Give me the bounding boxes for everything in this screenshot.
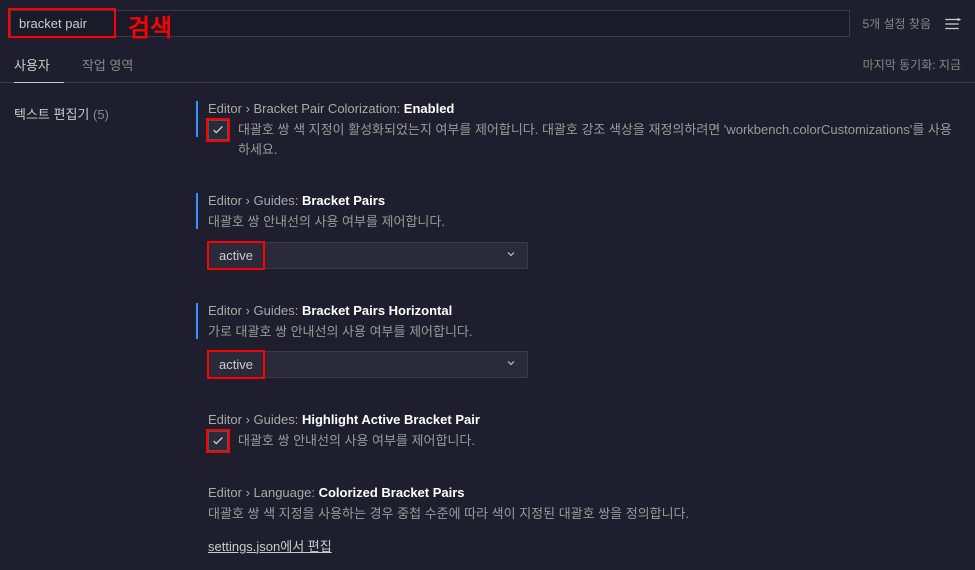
checkbox-row: 대괄호 쌍 색 지정이 활성화되었는지 여부를 제어합니다. 대괄호 강조 색상… <box>208 120 955 159</box>
settings-content: Editor › Bracket Pair Colorization: Enab… <box>190 83 975 570</box>
filter-icon[interactable] <box>943 15 961 33</box>
setting-path: Editor › Guides: <box>208 412 302 427</box>
setting-title: Editor › Bracket Pair Colorization: Enab… <box>208 101 955 116</box>
sidebar-item-text-editor[interactable]: 텍스트 편집기 (5) <box>14 101 176 126</box>
setting-path: Editor › Language: <box>208 485 319 500</box>
setting-path: Editor › Guides: <box>208 303 302 318</box>
setting-path: Editor › Bracket Pair Colorization: <box>208 101 404 116</box>
setting-bracket-pair-colorization-enabled: Editor › Bracket Pair Colorization: Enab… <box>190 101 955 159</box>
sidebar-item-label: 텍스트 편집기 <box>14 107 89 122</box>
sidebar: 텍스트 편집기 (5) <box>0 83 190 570</box>
search-wrapper: 검색 <box>10 10 850 37</box>
edit-in-settings-json-link[interactable]: settings.json에서 편집 <box>208 536 332 555</box>
dropdown-value: active <box>219 357 253 372</box>
dropdown-bracket-pairs-horizontal[interactable]: active <box>208 351 528 378</box>
setting-name: Colorized Bracket Pairs <box>319 485 465 500</box>
tab-user[interactable]: 사용자 <box>14 47 64 83</box>
dropdown-value: active <box>219 248 253 263</box>
setting-guides-highlight-active-bracket-pair: Editor › Guides: Highlight Active Bracke… <box>190 412 955 451</box>
setting-guides-bracket-pairs-horizontal: Editor › Guides: Bracket Pairs Horizonta… <box>190 303 955 379</box>
setting-name: Highlight Active Bracket Pair <box>302 412 480 427</box>
setting-path: Editor › Guides: <box>208 193 302 208</box>
setting-title: Editor › Language: Colorized Bracket Pai… <box>208 485 955 500</box>
chevron-down-icon <box>505 357 517 372</box>
setting-description: 가로 대괄호 쌍 안내선의 사용 여부를 제어합니다. <box>208 322 955 342</box>
checkbox[interactable] <box>208 120 228 140</box>
tab-workspace[interactable]: 작업 영역 <box>82 47 147 83</box>
setting-description: 대괄호 쌍 색 지정을 사용하는 경우 중첩 수준에 따라 색이 지정된 대괄호… <box>208 504 955 524</box>
tabs-row: 사용자 작업 영역 마지막 동기화: 지금 <box>0 47 975 83</box>
setting-guides-bracket-pairs: Editor › Guides: Bracket Pairs 대괄호 쌍 안내선… <box>190 193 955 269</box>
setting-title: Editor › Guides: Bracket Pairs Horizonta… <box>208 303 955 318</box>
dropdown-bracket-pairs[interactable]: active <box>208 242 528 269</box>
setting-title: Editor › Guides: Highlight Active Bracke… <box>208 412 955 427</box>
setting-description: 대괄호 쌍 안내선의 사용 여부를 제어합니다. <box>208 212 955 232</box>
sync-status: 마지막 동기화: 지금 <box>863 56 961 73</box>
settings-count: 5개 설정 찾음 <box>862 15 931 32</box>
setting-name: Bracket Pairs Horizontal <box>302 303 452 318</box>
setting-language-colorized-bracket-pairs: Editor › Language: Colorized Bracket Pai… <box>190 485 955 555</box>
checkbox-row: 대괄호 쌍 안내선의 사용 여부를 제어합니다. <box>208 431 955 451</box>
search-input[interactable] <box>10 10 850 37</box>
settings-header: 검색 5개 설정 찾음 <box>0 0 975 47</box>
checkbox[interactable] <box>208 431 228 451</box>
chevron-down-icon <box>505 248 517 263</box>
setting-description: 대괄호 쌍 안내선의 사용 여부를 제어합니다. <box>238 431 475 451</box>
setting-title: Editor › Guides: Bracket Pairs <box>208 193 955 208</box>
setting-name: Bracket Pairs <box>302 193 385 208</box>
setting-name: Enabled <box>404 101 455 116</box>
main-layout: 텍스트 편집기 (5) Editor › Bracket Pair Colori… <box>0 83 975 570</box>
sidebar-item-count: (5) <box>93 107 109 122</box>
setting-description: 대괄호 쌍 색 지정이 활성화되었는지 여부를 제어합니다. 대괄호 강조 색상… <box>238 120 955 159</box>
